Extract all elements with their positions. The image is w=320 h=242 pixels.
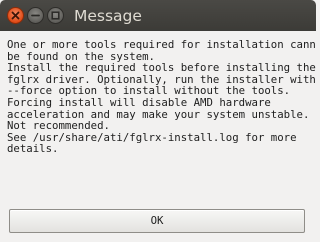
maximize-button[interactable] [47, 7, 64, 24]
ok-button[interactable]: OK [9, 209, 305, 233]
minimize-icon [31, 14, 40, 17]
minimize-button[interactable] [27, 7, 44, 24]
window-title: Message [74, 7, 142, 25]
close-button[interactable] [7, 7, 24, 24]
title-bar[interactable]: Message [0, 0, 316, 31]
maximize-icon [51, 11, 60, 20]
message-line: Forcing install will disable AMD hardwar… [7, 95, 271, 109]
close-icon [11, 11, 20, 20]
message-line: One or more tools required for installat… [7, 38, 316, 51]
message-line: Not recommended. [7, 119, 110, 133]
message-text: One or more tools required for installat… [7, 38, 316, 156]
message-line: details. [7, 142, 59, 156]
message-dialog: Message One or more tools required for i… [0, 0, 316, 242]
